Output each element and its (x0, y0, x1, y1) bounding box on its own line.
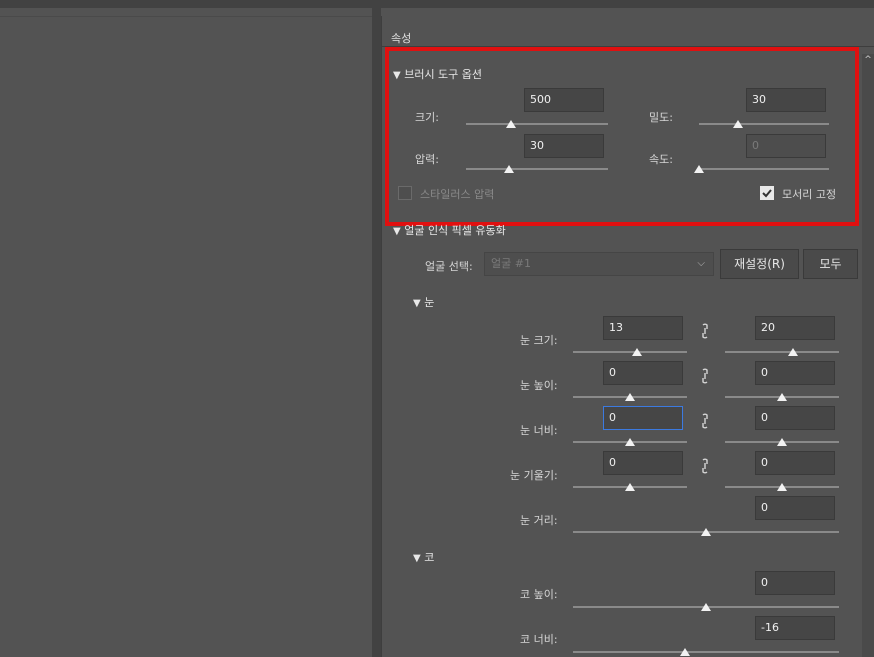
triangle-down-icon: ▼ (413, 298, 421, 309)
reset-button[interactable]: 재설정(R) (720, 249, 799, 279)
eye-width-right-input[interactable]: 0 (755, 406, 835, 430)
nose-header[interactable]: ▼ 코 (413, 549, 434, 565)
eye-width-left-thumb[interactable] (625, 438, 635, 446)
eye-height-right-input[interactable]: 0 (755, 361, 835, 385)
eye-height-label: 눈 높이: (520, 379, 558, 392)
chain-link-icon[interactable] (698, 323, 712, 339)
select-face-label: 얼굴 선택: (425, 260, 473, 273)
chain-link-icon[interactable] (698, 458, 712, 474)
canvas-area[interactable] (0, 8, 372, 657)
eye-size-left-track[interactable] (573, 351, 687, 353)
eyes-title: 눈 (424, 296, 435, 309)
nose-width-thumb[interactable] (680, 648, 690, 656)
eye-height-right-thumb[interactable] (777, 393, 787, 401)
eye-height-left-input[interactable]: 0 (603, 361, 683, 385)
eye-size-label: 눈 크기: (520, 334, 558, 347)
panel-title: 속성 (391, 32, 412, 45)
nose-height-input[interactable]: 0 (755, 571, 835, 595)
eye-size-right-input[interactable]: 20 (755, 316, 835, 340)
eye-distance-label: 눈 거리: (520, 514, 558, 527)
face-aware-title: 얼굴 인식 픽셀 유동화 (404, 224, 506, 237)
eye-tilt-right-input[interactable]: 0 (755, 451, 835, 475)
all-button[interactable]: 모두 (803, 249, 858, 279)
triangle-down-icon: ▼ (393, 226, 401, 237)
chevron-down-icon: ⌵ (697, 258, 705, 269)
nose-height-thumb[interactable] (701, 603, 711, 611)
nose-width-track[interactable] (573, 651, 839, 653)
panel-divider[interactable] (372, 8, 381, 657)
eye-tilt-left-input[interactable]: 0 (603, 451, 683, 475)
eye-tilt-left-thumb[interactable] (625, 483, 635, 491)
nose-height-label: 코 높이: (520, 588, 558, 601)
eye-distance-thumb[interactable] (701, 528, 711, 536)
chain-link-icon[interactable] (698, 368, 712, 384)
top-toolbar-strip (0, 0, 874, 8)
nose-width-label: 코 너비: (520, 633, 558, 646)
eye-size-left-input[interactable]: 13 (603, 316, 683, 340)
eyes-header[interactable]: ▼ 눈 (413, 294, 434, 310)
face-aware-header[interactable]: ▼ 얼굴 인식 픽셀 유동화 (393, 222, 506, 238)
eye-tilt-label: 눈 기울기: (510, 469, 558, 482)
eye-width-label: 눈 너비: (520, 424, 558, 437)
eye-tilt-right-thumb[interactable] (777, 483, 787, 491)
highlight-box (385, 47, 859, 226)
nose-width-input[interactable]: -16 (755, 616, 835, 640)
eye-size-right-thumb[interactable] (788, 348, 798, 356)
eye-distance-input[interactable]: 0 (755, 496, 835, 520)
eye-width-left-input[interactable]: 0 (603, 406, 683, 430)
select-face-value: 얼굴 #1 (491, 257, 531, 270)
panel-scrollbar[interactable] (862, 54, 874, 657)
scroll-up-icon[interactable]: ^ (862, 54, 874, 66)
eye-width-right-thumb[interactable] (777, 438, 787, 446)
triangle-down-icon: ▼ (413, 553, 421, 564)
eye-size-left-thumb[interactable] (632, 348, 642, 356)
nose-title: 코 (424, 551, 435, 564)
canvas-ruler-line (0, 16, 372, 17)
eye-height-left-thumb[interactable] (625, 393, 635, 401)
select-face-dropdown[interactable]: 얼굴 #1 ⌵ (484, 252, 714, 276)
chain-link-icon[interactable] (698, 413, 712, 429)
eye-size-right-track[interactable] (725, 351, 839, 353)
